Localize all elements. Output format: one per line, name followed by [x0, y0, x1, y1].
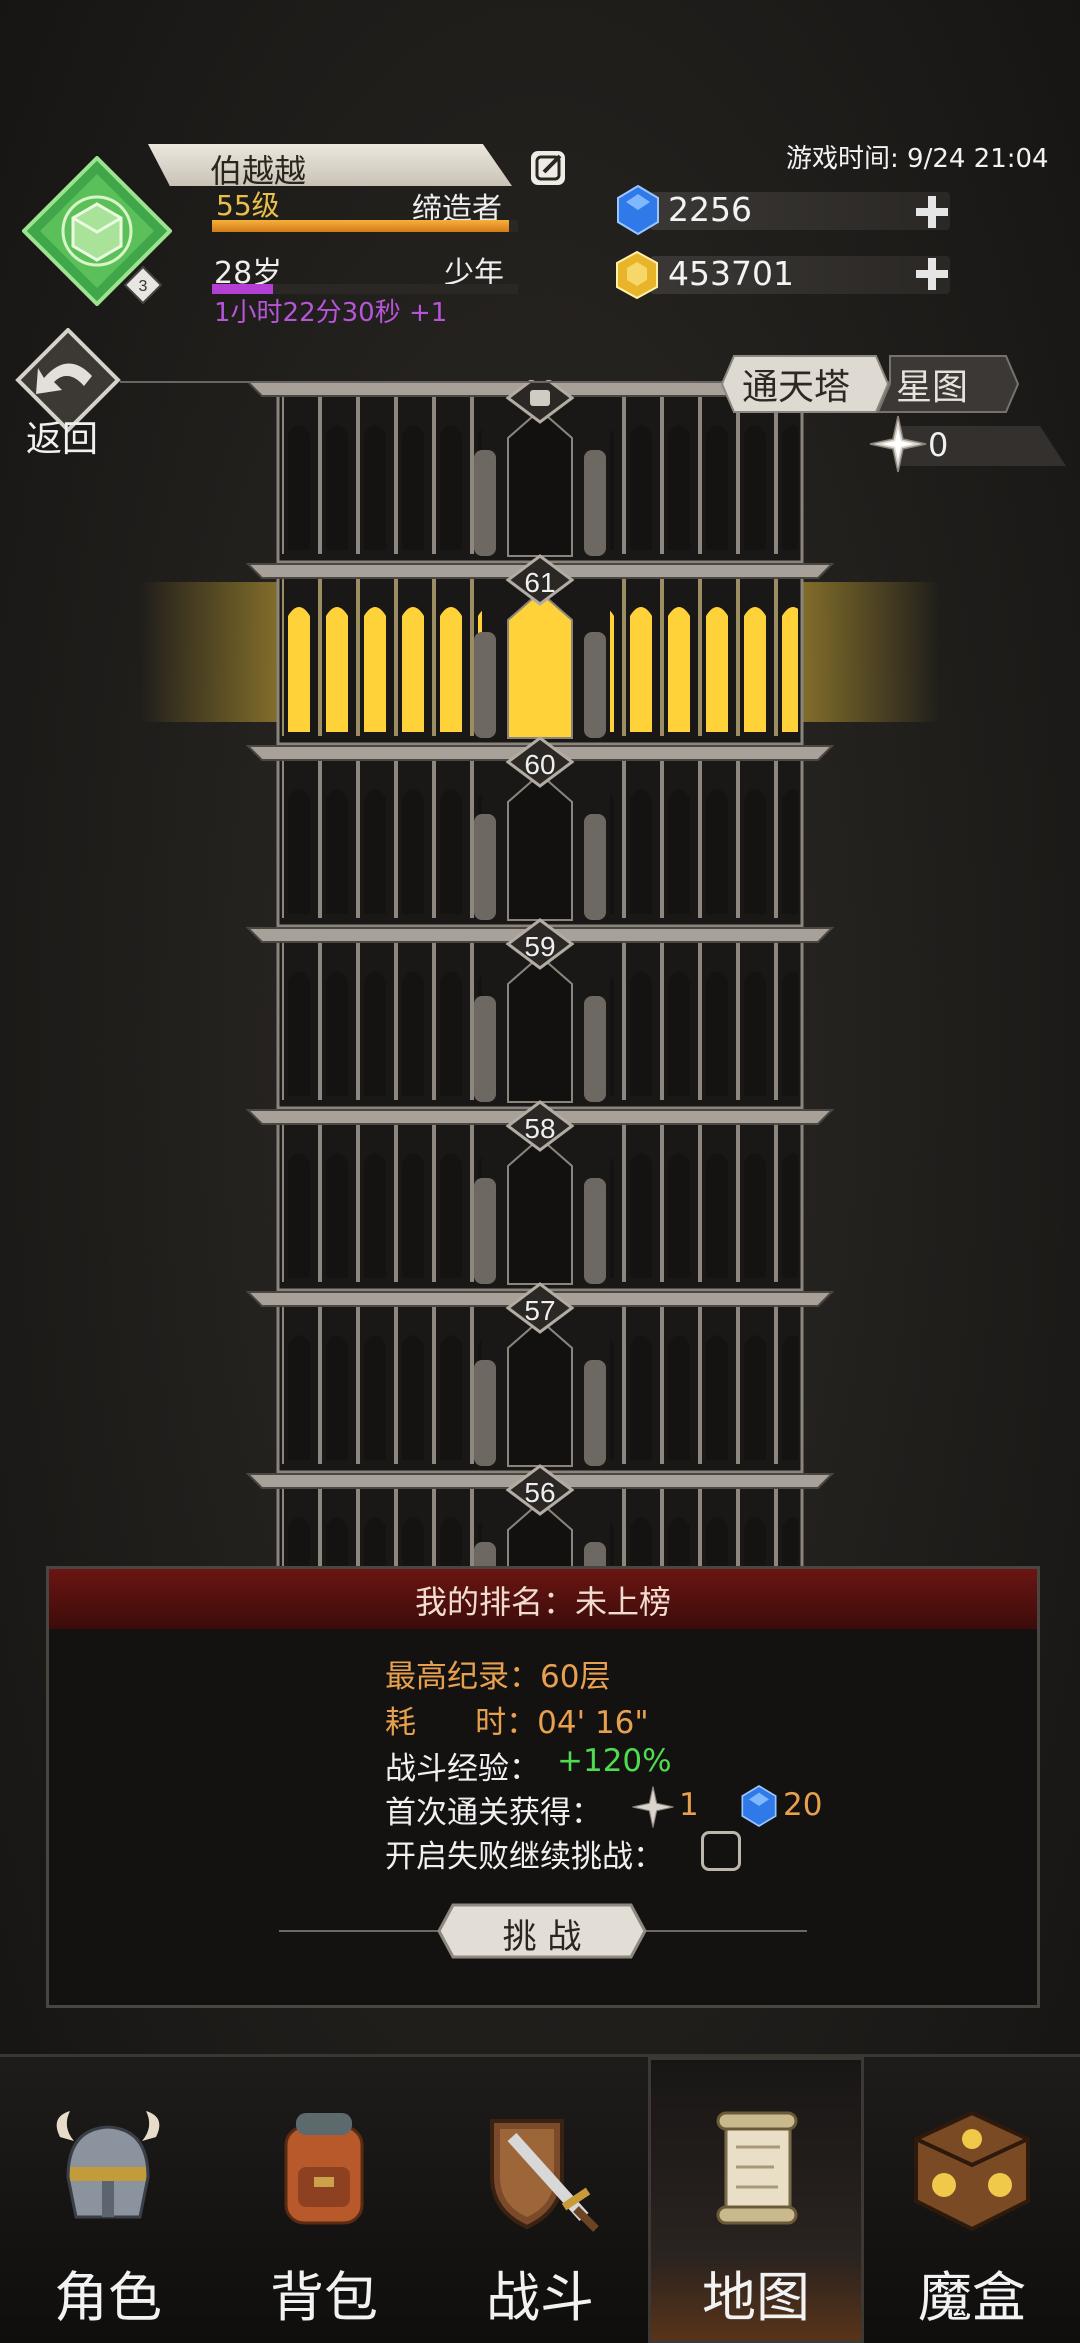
nav-magic-box-label: 魔盒	[918, 2266, 1026, 2329]
blue-gem-icon	[617, 184, 659, 236]
nav-bag-label: 背包	[270, 2266, 378, 2329]
continue-on-fail-label: 开启失败继续挑战：	[385, 1839, 664, 1875]
star-count: 0	[928, 426, 949, 464]
tower-view[interactable]: 61 60 59 58 57 56	[0, 380, 1080, 1566]
reward-gem-amount: 20	[783, 1787, 823, 1823]
reward-gem-icon	[741, 1785, 777, 1827]
floor-number: 60	[524, 749, 555, 780]
back-label: 返回	[26, 419, 99, 460]
floor-number: 61	[524, 567, 555, 598]
lock-icon	[530, 390, 550, 406]
exp-bar-fill	[212, 220, 509, 232]
tower-floor[interactable]: 59	[245, 918, 835, 1110]
nav-role-label: 角色	[54, 2266, 162, 2329]
nav-magic-box[interactable]: 魔盒	[864, 2057, 1080, 2343]
bottom-nav: 角色 背包 战斗 地图 魔盒	[0, 2054, 1080, 2343]
continue-on-fail-checkbox[interactable]	[701, 1831, 741, 1871]
name-plate	[148, 144, 512, 186]
best-record: 最高纪录：60层	[385, 1659, 611, 1695]
nav-role[interactable]: 角色	[0, 2057, 216, 2343]
sword-shield-icon	[490, 2119, 599, 2232]
floor-number: 57	[524, 1295, 555, 1326]
reward-star-icon	[632, 1786, 674, 1828]
tower-floor[interactable]: 57	[245, 1282, 835, 1474]
floor-number: 56	[524, 1477, 555, 1508]
backpack-icon	[284, 2113, 364, 2225]
nav-battle[interactable]: 战斗	[432, 2057, 648, 2343]
exp-bar	[212, 220, 518, 232]
rank-badge: 3	[124, 266, 162, 304]
player-level: 55级	[216, 189, 280, 222]
tower-floor[interactable]: 58	[245, 1100, 835, 1292]
game-time: 游戏时间: 9/24 21:04	[786, 144, 1049, 174]
floor-number: 59	[524, 931, 555, 962]
challenge-label: 挑 战	[502, 1917, 582, 1957]
battle-exp-bonus: +120%	[557, 1743, 672, 1779]
scroll-map-icon	[716, 2111, 798, 2225]
age-timer: 1小时22分30秒 +1	[214, 298, 448, 328]
tower-info-panel: 我的排名：未上榜 最高纪录：60层 耗 时：04' 16" 战斗经验： +120…	[46, 1566, 1040, 2008]
tab-star-map-label: 星图	[896, 367, 969, 408]
nav-map-label: 地图	[702, 2266, 810, 2329]
add-gold-gem-icon[interactable]	[914, 256, 950, 292]
edit-name-icon[interactable]	[528, 148, 568, 188]
tower-floor[interactable]: 60	[245, 736, 835, 928]
rank-header: 我的排名：未上榜	[49, 1569, 1037, 1629]
magic-box-icon	[914, 2110, 1030, 2232]
tab-tower-label: 通天塔	[742, 367, 851, 408]
blue-gem-amount: 2256	[668, 190, 752, 229]
nav-bag[interactable]: 背包	[216, 2057, 432, 2343]
battle-exp-label: 战斗经验：	[385, 1751, 540, 1787]
add-blue-gem-icon[interactable]	[914, 194, 950, 230]
nav-battle-label: 战斗	[486, 2266, 594, 2329]
my-rank: 我的排名：未上榜	[414, 1583, 671, 1621]
tower-floor[interactable]: 56	[245, 1464, 835, 1566]
helmet-icon	[56, 2111, 160, 2219]
reward-star-amount: 1	[679, 1787, 699, 1823]
tower-floor[interactable]: 61	[245, 554, 835, 746]
first-clear-label: 首次通关获得：	[385, 1795, 602, 1831]
compass-star-icon	[869, 415, 927, 473]
gold-gem-icon	[616, 250, 658, 300]
time-used: 耗 时：04' 16"	[385, 1705, 649, 1741]
rank-badge-number: 3	[139, 278, 148, 295]
nav-map[interactable]: 地图	[648, 2057, 864, 2343]
floor-number: 58	[524, 1113, 555, 1144]
gold-gem-amount: 453701	[668, 254, 794, 293]
